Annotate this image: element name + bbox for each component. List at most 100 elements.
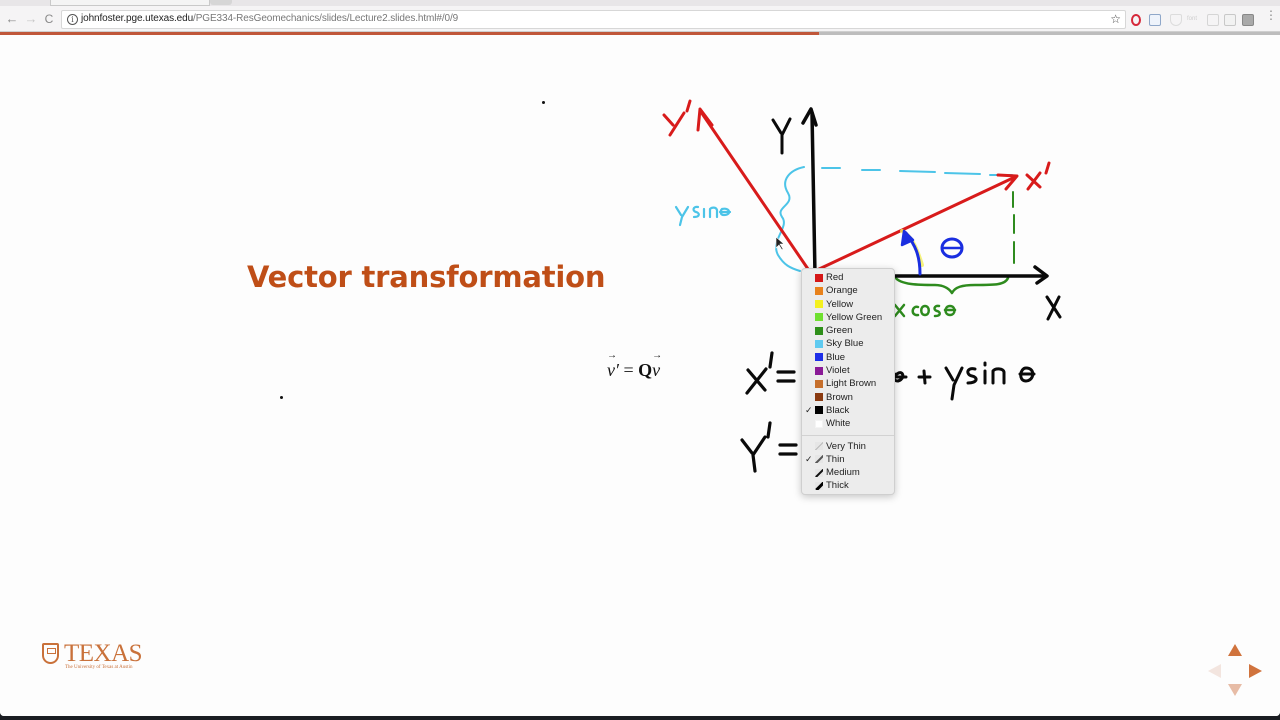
y-prime-axis-line xyxy=(699,110,810,271)
x-prime-axis-line xyxy=(815,175,1017,272)
width-option-very-thin[interactable]: Very Thin xyxy=(802,440,894,453)
color-swatch-icon xyxy=(815,300,823,309)
color-option-blue[interactable]: Blue xyxy=(802,351,894,364)
vector-v: v xyxy=(652,360,660,380)
color-swatch-icon xyxy=(815,406,823,415)
vec-v-symbol: v xyxy=(607,360,615,380)
color-option-label: Blue xyxy=(826,351,846,363)
width-option-thin[interactable]: ✓ Thin xyxy=(802,453,894,466)
address-bar[interactable]: i johnfoster.pge.utexas.edu/PGE334-ResGe… xyxy=(61,10,1126,29)
nav-up-arrow-icon[interactable] xyxy=(1228,644,1242,656)
pen-width-options: Very Thin ✓ Thin Medium Thick xyxy=(802,440,894,493)
green-dashed-projection xyxy=(1012,191,1015,264)
sin-theta-text xyxy=(1018,366,1036,383)
color-swatch-icon xyxy=(815,286,823,295)
forward-button[interactable]: → xyxy=(24,11,38,27)
color-option-label: White xyxy=(826,418,851,430)
nav-right-arrow-icon[interactable] xyxy=(1249,664,1262,678)
transformation-equation: v′ = Qv xyxy=(607,360,660,381)
x-prime-eq-lhs xyxy=(745,351,796,395)
width-option-label: Thick xyxy=(826,480,849,492)
chat-extension-icon[interactable] xyxy=(1224,14,1236,26)
prime-symbol: ′ xyxy=(615,360,619,380)
y-prime-eq-lhs xyxy=(740,421,798,473)
reload-button[interactable]: C xyxy=(42,11,56,27)
check-icon: ✓ xyxy=(805,404,813,415)
stray-ink-dot xyxy=(280,396,283,399)
nav-down-arrow-icon xyxy=(1228,684,1242,696)
color-option-brown[interactable]: Brown xyxy=(802,391,894,404)
stroke-width-icon xyxy=(815,481,823,490)
width-option-medium[interactable]: Medium xyxy=(802,466,894,479)
color-option-black[interactable]: ✓ Black xyxy=(802,404,894,417)
stroke-width-icon xyxy=(815,442,823,451)
color-option-orange[interactable]: Orange xyxy=(802,284,894,297)
color-option-label: Light Brown xyxy=(826,378,877,390)
color-option-label: Black xyxy=(826,404,850,416)
document-extension-icon[interactable] xyxy=(1149,14,1161,26)
bookmark-star-icon[interactable]: ☆ xyxy=(1110,12,1121,26)
color-option-light-brown[interactable]: Light Brown xyxy=(802,377,894,390)
pen-color-options: Red Orange Yellow Yellow Green Green Sky Blue… xyxy=(802,271,894,431)
sky-blue-brace xyxy=(775,166,805,272)
color-option-sky-blue[interactable]: Sky Blue xyxy=(802,337,894,350)
grid-extension-icon[interactable] xyxy=(1207,14,1219,26)
y-prime-label xyxy=(662,99,692,137)
matrix-q: Q xyxy=(638,360,653,380)
stroke-width-icon xyxy=(815,455,823,464)
color-option-yellow-green[interactable]: Yellow Green xyxy=(802,311,894,324)
browser-window: ← → C i johnfoster.pge.utexas.edu/PGE334… xyxy=(0,0,1280,716)
color-option-red[interactable]: Red xyxy=(802,271,894,284)
color-option-white[interactable]: White xyxy=(802,417,894,430)
browser-toolbar: ← → C i johnfoster.pge.utexas.edu/PGE334… xyxy=(0,6,1280,32)
x-cos-theta-label xyxy=(893,303,957,318)
stray-ink-dot xyxy=(542,101,545,104)
color-option-label: Brown xyxy=(826,391,853,403)
y-prime-arrowhead xyxy=(696,107,714,132)
ut-shield-icon xyxy=(42,643,59,664)
y-axis-line xyxy=(810,111,817,277)
back-button[interactable]: ← xyxy=(5,11,19,27)
color-option-label: Violet xyxy=(826,365,850,377)
x-prime-label xyxy=(1025,161,1051,191)
url-text[interactable]: johnfoster.pge.utexas.edu/PGE334-ResGeom… xyxy=(81,13,458,24)
shield-extension-icon[interactable] xyxy=(1170,14,1182,26)
y-axis-arrowhead xyxy=(801,107,818,127)
site-info-icon[interactable]: i xyxy=(67,14,78,25)
slide-viewport: Vector transformation v′ = Qv xyxy=(0,35,1280,716)
new-tab-button[interactable] xyxy=(210,0,232,5)
logo-subtitle: The University of Texas at Austin xyxy=(65,665,133,670)
x-axis-arrowhead xyxy=(1033,265,1049,285)
stroke-width-icon xyxy=(815,468,823,477)
pen-options-context-menu[interactable]: Red Orange Yellow Yellow Green Green Sky Blue… xyxy=(801,268,895,495)
logo-wordmark: TEXAS xyxy=(64,640,143,667)
ysin-text xyxy=(944,361,1006,401)
color-swatch-icon xyxy=(815,273,823,282)
color-swatch-icon xyxy=(815,326,823,335)
y-axis-label xyxy=(771,117,792,155)
width-option-thick[interactable]: Thick xyxy=(802,479,894,492)
color-option-violet[interactable]: Violet xyxy=(802,364,894,377)
color-option-label: Yellow Green xyxy=(826,311,883,323)
color-option-label: Sky Blue xyxy=(826,338,864,350)
width-option-label: Thin xyxy=(826,453,845,465)
color-option-yellow[interactable]: Yellow xyxy=(802,298,894,311)
vector-v-prime: v′ xyxy=(607,360,619,380)
mouse-cursor xyxy=(775,236,785,251)
url-path: /PGE334-ResGeomechanics/slides/Lecture2.… xyxy=(193,13,459,24)
note-extension-icon[interactable] xyxy=(1242,14,1254,26)
sky-blue-dashed-projection xyxy=(821,167,1013,176)
font-extension-icon[interactable]: font xyxy=(1187,16,1201,28)
ysin-theta-label xyxy=(674,205,732,227)
theta-arrowhead xyxy=(900,229,915,247)
color-swatch-icon xyxy=(815,419,823,428)
check-icon: ✓ xyxy=(805,453,813,464)
color-option-label: Green xyxy=(826,325,853,337)
theta-symbol xyxy=(940,237,964,259)
opera-extension-icon[interactable] xyxy=(1131,14,1141,26)
color-swatch-icon xyxy=(815,353,823,362)
color-option-green[interactable]: Green xyxy=(802,324,894,337)
nav-left-arrow-icon xyxy=(1208,664,1221,678)
url-host: johnfoster.pge.utexas.edu xyxy=(81,13,194,24)
browser-menu-icon[interactable]: ⋮ xyxy=(1265,9,1277,21)
